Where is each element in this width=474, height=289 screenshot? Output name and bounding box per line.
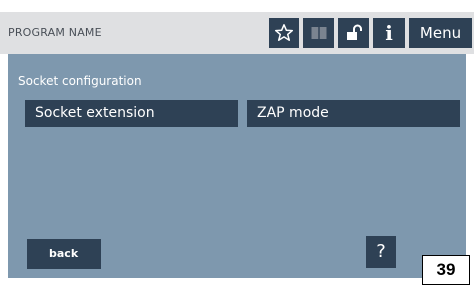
back-button[interactable]: back (27, 239, 101, 269)
lock-button[interactable] (338, 18, 369, 48)
content-panel: Socket configuration Socket extension ZA… (8, 54, 466, 278)
page-number: 39 (422, 255, 470, 285)
section-title: Socket configuration (18, 74, 142, 88)
zap-mode-button[interactable]: ZAP mode (247, 100, 460, 127)
documentation-button[interactable] (303, 18, 334, 48)
header-bar: PROGRAM NAME i Menu (0, 12, 474, 54)
help-button[interactable]: ? (366, 236, 396, 268)
book-icon (309, 23, 329, 43)
socket-extension-button[interactable]: Socket extension (25, 100, 238, 127)
favorite-button[interactable] (269, 18, 299, 48)
menu-button[interactable]: Menu (409, 18, 472, 48)
info-icon: i (385, 21, 393, 45)
program-name: PROGRAM NAME (8, 26, 102, 39)
unlocked-padlock-icon (344, 23, 364, 43)
device-screen: PROGRAM NAME i Menu Socket configuration… (0, 0, 474, 289)
info-button[interactable]: i (373, 18, 405, 48)
star-icon (274, 23, 294, 43)
